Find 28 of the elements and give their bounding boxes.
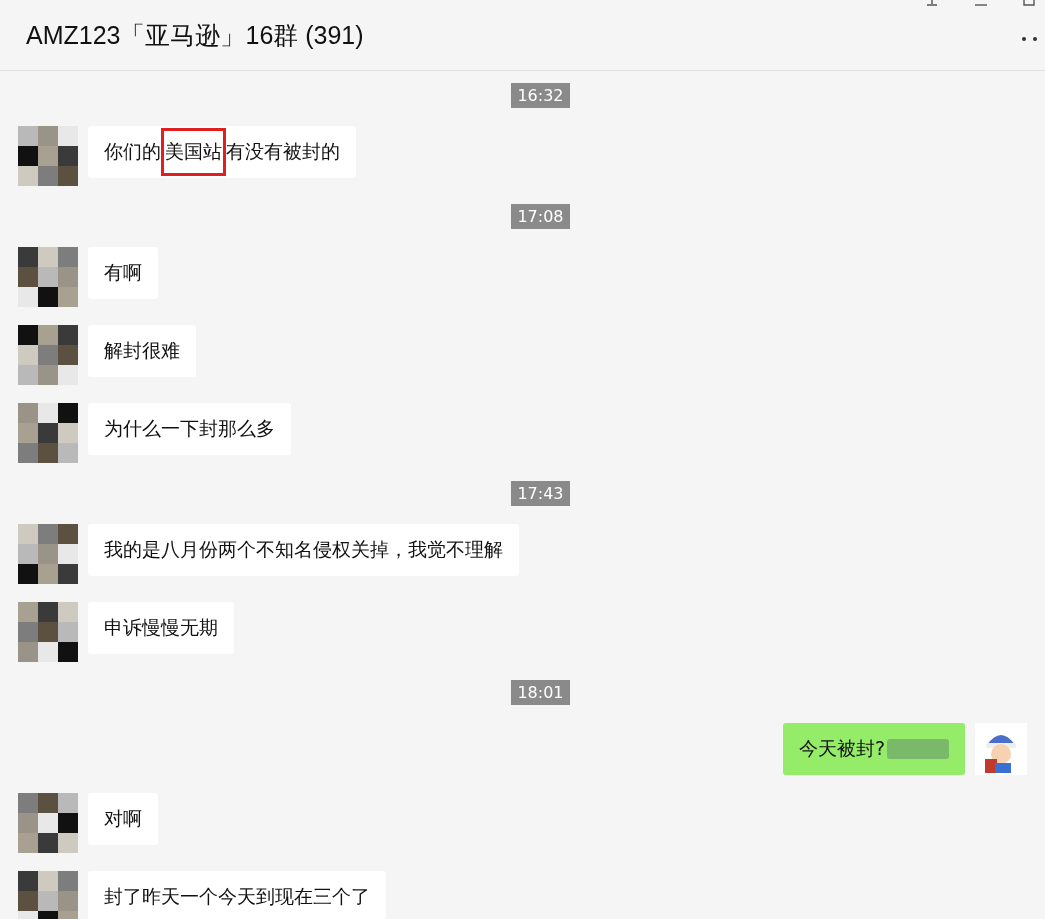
timestamp: 16:32	[511, 83, 570, 108]
pixelated-avatar[interactable]	[18, 602, 78, 662]
message-text: 解封很难	[104, 338, 180, 363]
pixelated-avatar[interactable]	[18, 403, 78, 463]
message-text: 封了昨天一个今天到现在三个了	[104, 884, 370, 909]
message-text: 申诉慢慢无期	[104, 615, 218, 640]
window-title: AMZ123「亚马逊」16群 (391)	[26, 19, 364, 51]
pixelated-avatar[interactable]	[18, 325, 78, 385]
pixelated-avatar[interactable]	[18, 793, 78, 853]
pixelated-avatar[interactable]	[18, 871, 78, 919]
message-text: 有啊	[104, 260, 142, 285]
maximize-icon[interactable]	[1023, 0, 1035, 6]
timestamp: 18:01	[511, 680, 570, 705]
message-text: 为什么一下封那么多	[104, 416, 275, 441]
timestamp: 17:43	[511, 481, 570, 506]
pixelated-avatar[interactable]	[18, 126, 78, 186]
highlighted-text: 美国站	[164, 131, 223, 173]
message-text: 你们的	[104, 139, 161, 164]
cartoon-avatar[interactable]	[975, 723, 1027, 775]
pixelated-avatar[interactable]	[18, 247, 78, 307]
more-icon[interactable]	[1021, 36, 1039, 42]
pin-icon[interactable]	[925, 0, 939, 6]
message-text: 有没有被封的	[226, 139, 340, 164]
message-text: 我的是八月份两个不知名侵权关掉，我觉不理解	[104, 537, 503, 562]
message-text: 今天被封?	[798, 736, 885, 761]
timestamp: 17:08	[511, 204, 570, 229]
message-text: 对啊	[104, 806, 142, 831]
pixelated-avatar[interactable]	[18, 524, 78, 584]
